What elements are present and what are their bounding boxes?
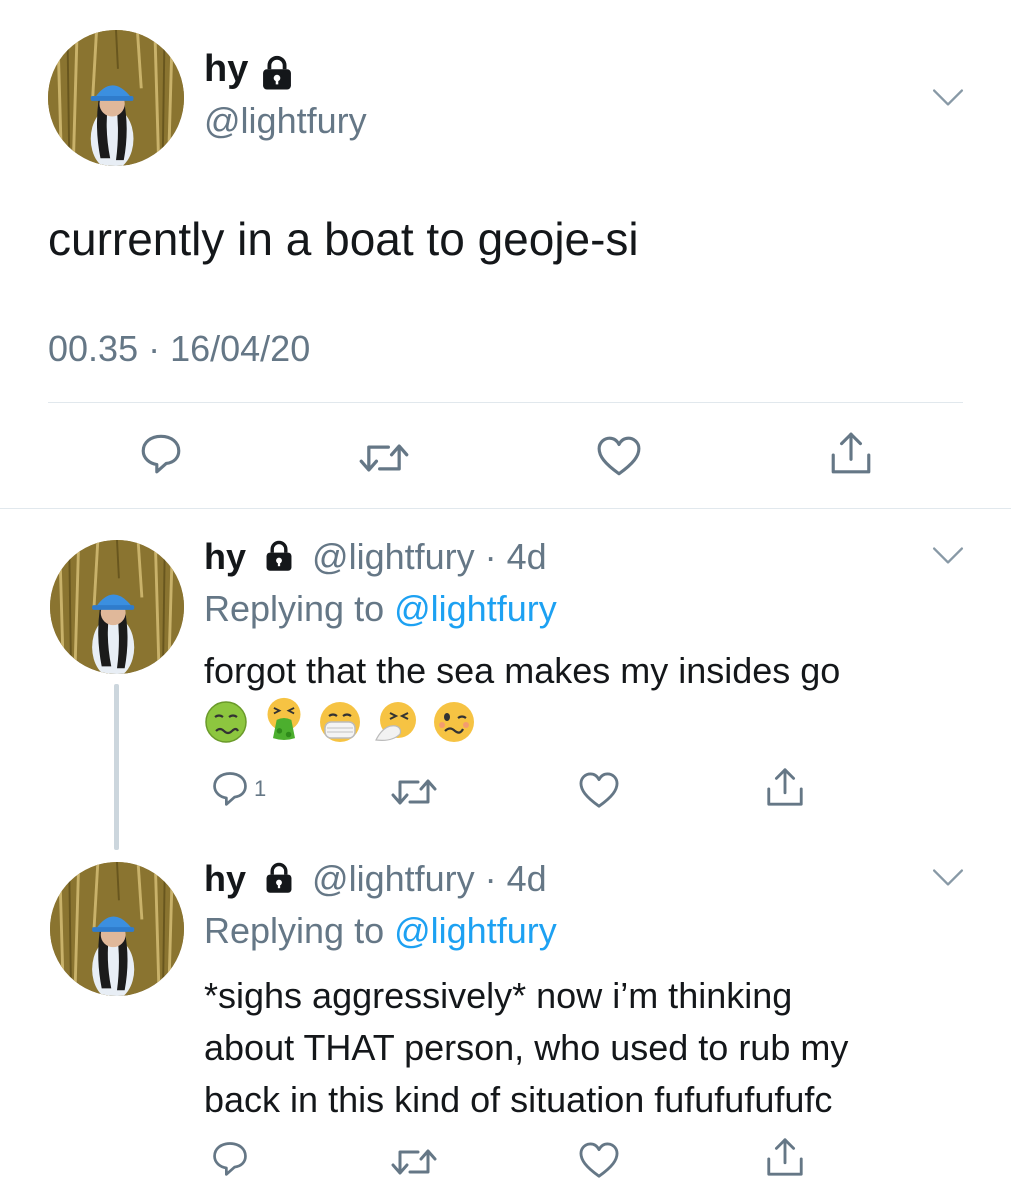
reply-icon[interactable] <box>210 768 250 808</box>
lock-icon <box>258 54 296 92</box>
username[interactable]: @lightfury <box>204 100 367 142</box>
tweet-text: forgot that the sea makes my insides go <box>204 650 841 691</box>
like-icon[interactable] <box>596 436 642 478</box>
nauseated-face-emoji <box>205 701 247 743</box>
tweet-header: hy @lightfury · 4d <box>204 858 547 900</box>
timestamp[interactable]: 00.35 · 16/04/20 <box>48 328 310 370</box>
tweet-age: · 4d <box>484 858 547 899</box>
sneezing-face-emoji <box>375 702 416 741</box>
reply-icon[interactable] <box>138 430 184 476</box>
display-name[interactable]: hy <box>204 858 246 899</box>
tweet-header: hy @lightfury · 4d <box>204 536 547 578</box>
tweet-text: *sighs aggressively* now i’m thinking ab… <box>204 970 848 1126</box>
thread-line <box>114 684 119 850</box>
replying-to-label: Replying to <box>204 910 395 951</box>
replying-to-link[interactable]: @lightfury <box>394 588 557 629</box>
share-icon[interactable] <box>764 766 806 808</box>
reply-icon[interactable] <box>210 1138 250 1178</box>
lock-icon <box>262 539 296 573</box>
like-icon[interactable] <box>578 1142 620 1180</box>
replying-to: Replying to @lightfury <box>204 588 557 630</box>
retweet-icon[interactable] <box>358 436 410 480</box>
avatar[interactable] <box>50 862 184 996</box>
tweet-text-line: back in this kind of situation fufufufuf… <box>204 1079 833 1120</box>
avatar[interactable] <box>48 30 184 166</box>
avatar[interactable] <box>50 540 184 674</box>
share-icon[interactable] <box>828 430 874 476</box>
chevron-down-icon[interactable] <box>932 546 964 566</box>
replying-to: Replying to @lightfury <box>204 910 557 952</box>
chevron-down-icon[interactable] <box>932 88 964 108</box>
reply-count: 1 <box>254 776 267 801</box>
lock-icon <box>262 861 296 895</box>
like-icon[interactable] <box>578 772 620 810</box>
vomiting-face-emoji <box>267 697 301 740</box>
display-name[interactable]: hy <box>204 48 248 91</box>
display-name[interactable]: hy <box>204 536 246 577</box>
share-icon[interactable] <box>764 1136 806 1178</box>
username[interactable]: @lightfury <box>312 858 475 899</box>
tweet-text: currently in a boat to geoje-si <box>48 213 639 265</box>
tweet-text-line: *sighs aggressively* now i’m thinking <box>204 975 793 1016</box>
retweet-icon[interactable] <box>390 1142 438 1182</box>
divider <box>0 508 1011 509</box>
retweet-icon[interactable] <box>390 772 438 812</box>
woozy-face-emoji <box>434 702 474 742</box>
tweet-age: · 4d <box>484 536 547 577</box>
username[interactable]: @lightfury <box>312 536 475 577</box>
mask-face-emoji <box>320 702 360 742</box>
tweet-text-line: about THAT person, who used to rub my <box>204 1027 849 1068</box>
divider <box>48 402 963 403</box>
replying-to-link[interactable]: @lightfury <box>394 910 557 951</box>
replying-to-label: Replying to <box>204 588 395 629</box>
chevron-down-icon[interactable] <box>932 868 964 888</box>
